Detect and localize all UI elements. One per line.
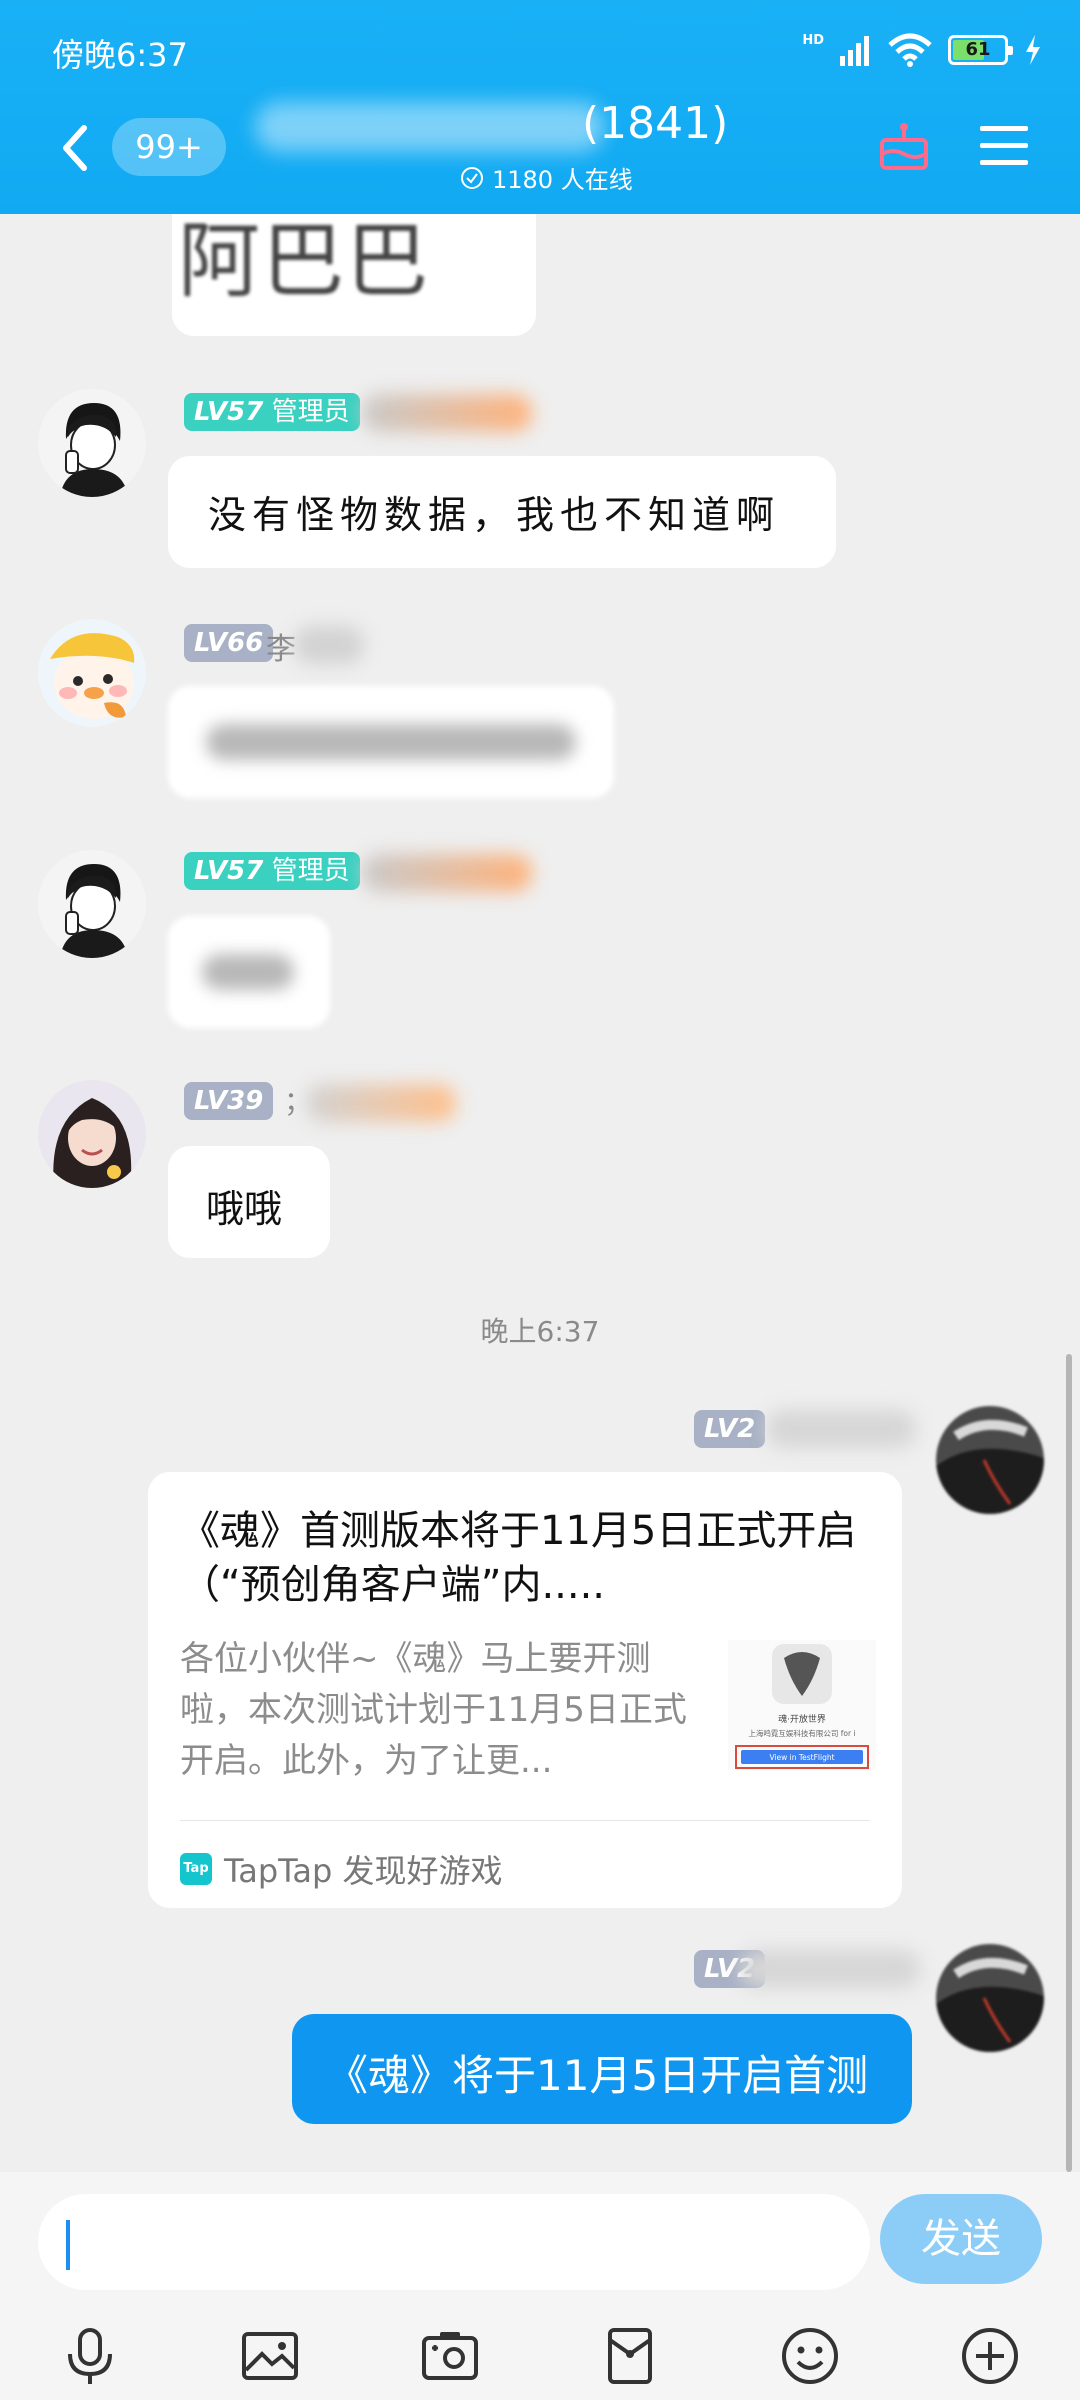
thumb-testflight-button: View in TestFlight (769, 1753, 834, 1762)
taptap-icon: Tap (180, 1853, 212, 1885)
sent-message-text: 《魂》将于11月5日开启首测 (326, 2051, 869, 2100)
group-name-redacted[interactable] (255, 102, 605, 152)
message-input[interactable] (38, 2194, 870, 2290)
nickname-redacted (294, 626, 364, 664)
boy-avatar-icon (38, 389, 146, 497)
message-text: 哦哦 (206, 1187, 283, 1231)
share-card-title: 《魂》首测版本将于11月5日正式开启（“预创角客户端”内..... (180, 1508, 857, 1608)
image-message-text: 阿巴巴 (178, 214, 431, 309)
member-badge: LV2 (694, 1410, 766, 1448)
wifi-icon (888, 33, 932, 67)
unread-count-badge[interactable]: 99+ (112, 118, 226, 176)
menu-icon[interactable] (976, 118, 1032, 174)
member-badge: LV57 管理员 (184, 852, 360, 890)
share-card-source-label: TapTap 发现好游戏 (224, 1852, 503, 1890)
text-caret (66, 2220, 70, 2270)
composer: 发送 (0, 2172, 1080, 2400)
charging-icon (1026, 35, 1040, 65)
group-member-count[interactable]: (1841) (582, 98, 728, 149)
thumb-company: 上海鸣霓互娱科技有限公司 for i (748, 1728, 855, 1738)
nickname-redacted (306, 1084, 456, 1122)
thumb-caption: 魂·开放世界 (778, 1713, 826, 1725)
member-badge: LV57 管理员 (184, 393, 360, 431)
role-label: 管理员 (271, 397, 350, 427)
card-divider (180, 1820, 870, 1821)
redacted-message-text (206, 724, 576, 760)
level-label: LV57 (194, 856, 264, 886)
hd-indicator: HD (802, 32, 824, 48)
message-text: 没有怪物数据，我也不知道啊 (208, 493, 781, 537)
nickname-redacted (766, 1410, 916, 1448)
share-card-source: Tap TapTap 发现好游戏 (180, 1846, 503, 1892)
time-separator: 晚上6:37 (480, 1315, 600, 1348)
emoji-icon[interactable] (778, 2324, 842, 2388)
signal-icon (840, 36, 869, 66)
send-button[interactable]: 发送 (880, 2194, 1042, 2284)
chat-scrollbar[interactable] (1066, 1354, 1072, 2172)
battery-icon: 61 (948, 35, 1013, 65)
avatar[interactable] (38, 850, 146, 958)
member-badge: LV66 (184, 624, 274, 662)
sent-message-bubble[interactable]: 《魂》将于11月5日开启首测 (292, 2014, 912, 2124)
image-message[interactable]: 阿巴巴 (172, 214, 536, 336)
game-logo-icon: 魂·开放世界 上海鸣霓互娱科技有限公司 for i View in TestFl… (735, 1644, 869, 1769)
redacted-message-text (202, 954, 294, 990)
image-icon[interactable] (238, 2324, 302, 2388)
member-badge: LV39 (184, 1082, 274, 1120)
share-card-description: 各位小伙伴~《魂》马上要开测啦，本次测试计划于11月5日正式开启。此外，为了让更… (180, 1639, 687, 1781)
level-label: LV57 (194, 397, 264, 427)
nickname-redacted (362, 394, 532, 432)
nickname-initial: 李 (266, 632, 296, 667)
status-icons: HD 61 (802, 30, 1042, 70)
role-label: 管理员 (271, 856, 350, 886)
level-label: LV2 (704, 1414, 756, 1444)
red-packet-icon[interactable] (598, 2324, 662, 2388)
online-check-icon (461, 166, 483, 189)
girl-avatar-icon (38, 1080, 146, 1188)
gift-icon[interactable] (876, 118, 932, 174)
duck-avatar-icon (38, 619, 146, 727)
dark-avatar-icon (936, 1406, 1044, 1514)
self-avatar[interactable] (936, 1944, 1044, 2052)
status-time: 傍晚6:37 (52, 36, 188, 74)
dark-avatar-icon (936, 1944, 1044, 2052)
self-avatar[interactable] (936, 1406, 1044, 1514)
avatar[interactable] (38, 619, 146, 727)
avatar[interactable] (38, 1080, 146, 1188)
share-card[interactable]: 《魂》首测版本将于11月5日正式开启（“预创角客户端”内..... 各位小伙伴~… (148, 1472, 902, 1908)
avatar[interactable] (38, 389, 146, 497)
back-button[interactable] (52, 118, 100, 178)
share-card-thumbnail: 魂·开放世界 上海鸣霓互娱科技有限公司 for i View in TestFl… (728, 1640, 876, 1770)
nickname-redacted (740, 1950, 920, 1988)
camera-icon[interactable] (418, 2324, 482, 2388)
nickname-redacted (362, 854, 532, 892)
level-label: LV39 (194, 1086, 264, 1116)
battery-level: 61 (965, 39, 991, 60)
chat-area[interactable]: 阿巴巴 LV57 管理员 没有怪物数据，我也不知道啊 LV66 李 LV57 管… (0, 214, 1080, 2172)
level-label: LV66 (194, 628, 264, 658)
online-status: 1180 人在线 (460, 160, 633, 195)
online-count: 1180 人在线 (492, 166, 633, 194)
microphone-icon[interactable] (58, 2324, 122, 2388)
chat-header: 傍晚6:37 HD 61 99+ (1841) 1180 人在线 (0, 0, 1080, 214)
add-icon[interactable] (958, 2324, 1022, 2388)
boy-avatar-icon (38, 850, 146, 958)
